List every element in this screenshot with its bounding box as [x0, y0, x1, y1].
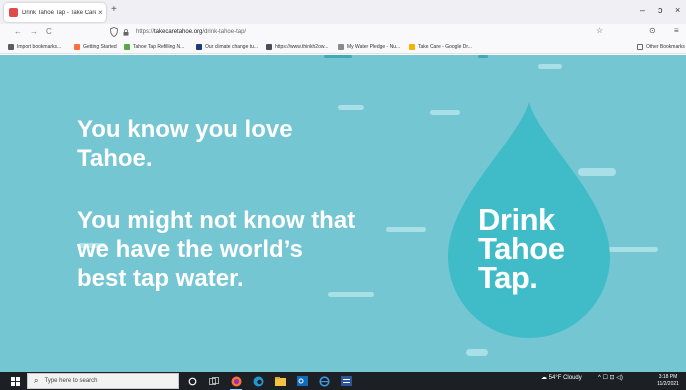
- bookmark-label: Getting Started: [83, 44, 117, 50]
- tahoe-tap-icon: [124, 44, 130, 50]
- cortana-icon[interactable]: [186, 375, 198, 387]
- page-content: You know you love Tahoe. You might not k…: [0, 55, 686, 372]
- navigation-bar: ← → C https://takecaretahoe.org/drink-ta…: [0, 24, 686, 42]
- new-tab-icon[interactable]: +: [111, 5, 117, 15]
- bookmark-label: Import bookmarks...: [17, 44, 62, 50]
- bookmark-label: https://www.thinkh2ow...: [275, 44, 329, 50]
- logo-line: Tap.: [478, 260, 538, 295]
- weather-widget[interactable]: ☁ 54°F Cloudy: [541, 375, 582, 381]
- cloud-icon: ☁: [541, 375, 547, 381]
- forward-icon[interactable]: →: [30, 28, 38, 36]
- lock-icon[interactable]: [123, 29, 129, 36]
- bubble-decoration: [538, 64, 562, 69]
- bookmarks-bar: Import bookmarks... Getting Started Taho…: [0, 42, 686, 54]
- drink-tahoe-tap-logo: Drink Tahoe Tap.: [478, 202, 565, 295]
- outlook-icon[interactable]: [296, 375, 308, 387]
- bubble-decoration: [478, 55, 488, 58]
- edge-icon[interactable]: [252, 375, 264, 387]
- clock-time: 3:18 PM: [658, 374, 678, 380]
- logo-line: Drink: [478, 202, 555, 237]
- headline-line: You know you love: [77, 116, 293, 143]
- bubble-decoration: [324, 55, 352, 58]
- menu-icon[interactable]: ≡: [674, 27, 679, 35]
- url-text: https://takecaretahoe.org/drink-tahoe-ta…: [136, 29, 246, 35]
- task-view-icon[interactable]: [208, 375, 220, 387]
- globe-icon: [196, 44, 202, 50]
- file-explorer-icon[interactable]: [274, 375, 286, 387]
- headline-line: best tap water.: [77, 265, 244, 292]
- word-icon[interactable]: [340, 375, 352, 387]
- bubble-decoration: [338, 105, 364, 110]
- headline-primary: You know you love Tahoe.: [77, 115, 293, 173]
- tab-favicon-icon: [9, 8, 18, 17]
- address-bar[interactable]: https://takecaretahoe.org/drink-tahoe-ta…: [102, 26, 662, 40]
- folder-icon: [637, 44, 643, 50]
- headline-line: Tahoe.: [77, 145, 153, 172]
- close-tab-icon[interactable]: ×: [98, 8, 103, 17]
- url-host: takecaretahoe.org: [154, 29, 203, 35]
- bookmark-google-drive[interactable]: Take Care - Google Dr...: [409, 44, 472, 50]
- taskbar-search-box[interactable]: ⌕ Type here to search: [27, 373, 179, 389]
- minimize-icon[interactable]: –: [640, 6, 645, 15]
- restore-icon[interactable]: ɔ: [658, 6, 663, 15]
- bookmark-label: Our climate change tu...: [205, 44, 259, 50]
- windows-start-icon[interactable]: [11, 377, 20, 386]
- internet-explorer-icon[interactable]: [318, 375, 330, 387]
- google-drive-icon: [409, 44, 415, 50]
- close-window-icon[interactable]: ×: [675, 6, 680, 15]
- headline-secondary: You might not know that we have the worl…: [77, 206, 355, 293]
- logo-line: Tahoe: [478, 231, 565, 266]
- bookmark-label: Tahoe Tap Refilling N...: [133, 44, 185, 50]
- import-icon: [8, 44, 14, 50]
- other-bookmarks[interactable]: Other Bookmarks: [637, 44, 685, 50]
- search-placeholder: Type here to search: [44, 378, 98, 384]
- taskbar-clock[interactable]: 3:18 PM 11/2/2021: [654, 374, 682, 388]
- url-path: /drink-tahoe-tap/: [202, 29, 247, 35]
- tracking-shield-icon[interactable]: [110, 27, 118, 37]
- bookmark-thinkh2o[interactable]: https://www.thinkh2ow...: [266, 44, 328, 50]
- pledge-icon: [338, 44, 344, 50]
- clock-date: 11/2/2021: [657, 381, 679, 387]
- pocket-icon[interactable]: ⊙: [649, 27, 656, 35]
- search-icon: ⌕: [34, 376, 39, 385]
- other-bookmarks-label: Other Bookmarks: [646, 44, 685, 50]
- bookmark-getting-started[interactable]: Getting Started: [74, 44, 117, 50]
- url-scheme: https://: [136, 29, 155, 35]
- system-tray-icons[interactable]: ^ ☐ ⊡ ◁): [598, 375, 623, 381]
- web-icon: [266, 44, 272, 50]
- weather-text: 54°F Cloudy: [548, 375, 582, 381]
- tab-strip: Drink Tahoe Tap - Take Care × + – ɔ ×: [0, 0, 686, 24]
- bookmark-label: My Water Pledge - Nu...: [347, 44, 401, 50]
- bookmark-water-pledge[interactable]: My Water Pledge - Nu...: [338, 44, 400, 50]
- bookmark-star-icon[interactable]: ☆: [596, 27, 603, 35]
- windows-taskbar: ⌕ Type here to search ☁ 54°F Cloudy ^ ☐ …: [0, 372, 686, 390]
- bookmark-import[interactable]: Import bookmarks...: [8, 44, 61, 50]
- bubble-decoration: [466, 349, 488, 356]
- headline-line: You might not know that: [77, 207, 356, 234]
- firefox-taskbar-icon[interactable]: [230, 375, 242, 390]
- bookmark-label: Take Care - Google Dr...: [418, 44, 472, 50]
- bookmark-tahoe-tap[interactable]: Tahoe Tap Refilling N...: [124, 44, 184, 50]
- back-icon[interactable]: ←: [14, 28, 22, 36]
- firefox-icon: [74, 44, 80, 50]
- browser-tab-active[interactable]: Drink Tahoe Tap - Take Care ×: [4, 3, 106, 22]
- reload-icon[interactable]: C: [46, 28, 52, 36]
- bookmark-climate-change[interactable]: Our climate change tu...: [196, 44, 258, 50]
- tab-title: Drink Tahoe Tap - Take Care: [22, 9, 96, 16]
- headline-line: we have the world’s: [77, 236, 303, 263]
- bubble-decoration: [386, 227, 426, 232]
